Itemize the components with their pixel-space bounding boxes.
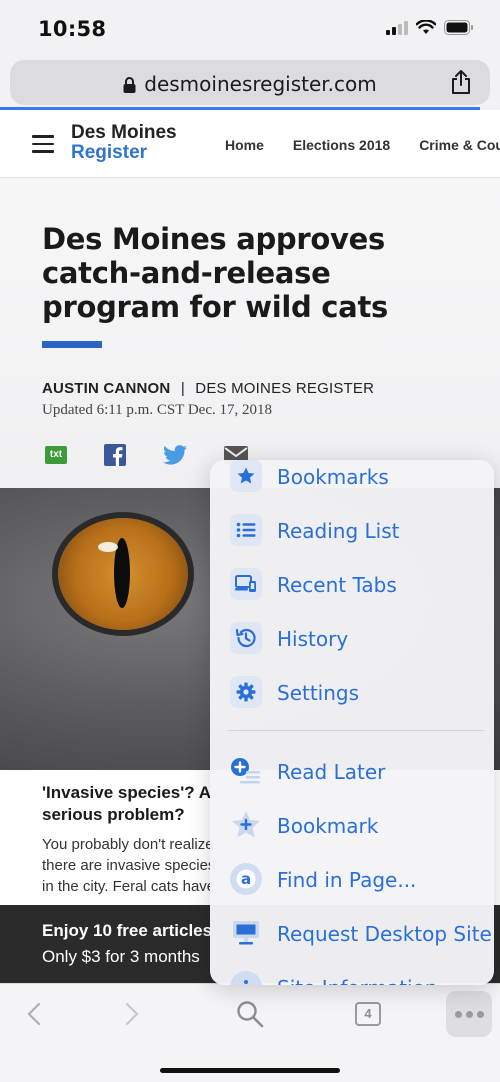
cellular-signal-icon (386, 20, 408, 35)
menu-label-settings: Settings (277, 681, 360, 705)
menu-item-add-bookmark[interactable]: Bookmark (210, 802, 494, 848)
more-dot-icon (454, 1010, 462, 1018)
browser-toolbar: 4 (0, 983, 500, 1082)
more-dot-icon (476, 1010, 484, 1018)
menu-label-reading-list: Reading List (277, 519, 400, 543)
status-bar: 10:58 (0, 0, 500, 58)
author-name[interactable]: AUSTIN CANNON (42, 380, 170, 397)
byline-separator: | (180, 380, 185, 397)
svg-text:a: a (241, 870, 251, 888)
add-bookmark-icon (230, 809, 262, 841)
byline: AUSTIN CANNON | DES MOINES REGISTER (42, 380, 374, 397)
menu-label-bookmarks: Bookmarks (277, 465, 389, 489)
desktop-icon (230, 917, 262, 949)
browser-overflow-menu: Bookmarks Reading List Recent Tabs Histo… (210, 460, 494, 985)
menu-label-read-later: Read Later (277, 760, 386, 784)
article-headline: Des Moines approves catch-and-release pr… (42, 222, 388, 324)
site-nav: Home Elections 2018 Crime & Courts (225, 137, 500, 153)
menu-label-recent-tabs: Recent Tabs (277, 573, 397, 597)
promo-line-1: Enjoy 10 free articles (42, 921, 213, 940)
lock-icon (123, 77, 136, 93)
menu-item-reading-list[interactable]: Reading List (210, 507, 494, 553)
article-header: Des Moines approves catch-and-release pr… (0, 178, 500, 488)
nav-elections-2018[interactable]: Elections 2018 (293, 137, 390, 153)
headline-rule (42, 341, 102, 348)
menu-label-request-desktop-site: Request Desktop Site (277, 922, 492, 946)
tab-switcher-button[interactable]: 4 (346, 994, 390, 1034)
twitter-icon[interactable] (163, 445, 187, 465)
promo-line-2: Only $3 for 3 months (42, 947, 200, 966)
logo-line-1: Des Moines (71, 122, 177, 143)
list-icon (230, 514, 262, 546)
menu-item-settings[interactable]: Settings (210, 669, 494, 715)
gear-icon (230, 676, 262, 708)
menu-separator (228, 730, 484, 731)
home-indicator[interactable] (160, 1068, 340, 1073)
star-icon (230, 460, 262, 492)
info-icon (230, 971, 262, 985)
site-header: Des Moines Register Home Elections 2018 … (0, 110, 500, 178)
address-bar[interactable]: desmoinesregister.com (10, 60, 490, 105)
menu-item-recent-tabs[interactable]: Recent Tabs (210, 561, 494, 607)
wifi-icon (416, 20, 436, 34)
facebook-icon[interactable] (104, 444, 126, 466)
tab-count: 4 (355, 1002, 381, 1026)
menu-label-history: History (277, 627, 349, 651)
share-icon[interactable] (450, 69, 472, 95)
forward-button[interactable] (110, 994, 154, 1034)
menu-label-find-in-page: Find in Page... (277, 868, 417, 892)
url-display[interactable]: desmoinesregister.com (10, 72, 490, 96)
menu-item-history[interactable]: History (210, 615, 494, 661)
find-icon: a (230, 863, 262, 895)
status-time: 10:58 (38, 17, 107, 41)
more-menu-button[interactable] (446, 991, 492, 1037)
cat-eye-illustration (58, 518, 188, 630)
site-logo[interactable]: Des Moines Register (71, 123, 177, 163)
battery-icon (444, 20, 473, 35)
read-later-icon (230, 755, 262, 787)
updated-timestamp: Updated 6:11 p.m. CST Dec. 17, 2018 (42, 402, 272, 418)
menu-item-read-later[interactable]: Read Later (210, 748, 494, 794)
menu-item-request-desktop-site[interactable]: Request Desktop Site (210, 910, 494, 956)
outlet-name: DES MOINES REGISTER (195, 380, 375, 397)
url-text: desmoinesregister.com (144, 72, 377, 96)
nav-crime-courts[interactable]: Crime & Courts (419, 137, 500, 153)
teaser-text: You probably don't realize there are inv… (42, 836, 216, 895)
status-icons (386, 20, 474, 35)
logo-line-2: Register (71, 142, 148, 163)
menu-item-find-in-page[interactable]: a Find in Page... (210, 856, 494, 902)
menu-label-bookmark: Bookmark (277, 814, 379, 838)
more-dot-icon (465, 1010, 473, 1018)
chevron-right-icon (125, 1002, 139, 1026)
hamburger-menu-icon[interactable] (32, 135, 54, 158)
menu-item-bookmarks[interactable]: Bookmarks (210, 460, 494, 499)
menu-label-site-information: Site Information (277, 976, 438, 985)
devices-icon (230, 568, 262, 600)
back-button[interactable] (12, 994, 56, 1034)
search-button[interactable] (228, 994, 272, 1034)
chevron-left-icon (27, 1002, 41, 1026)
nav-home[interactable]: Home (225, 137, 264, 153)
menu-item-site-information[interactable]: Site Information (210, 964, 494, 985)
sms-share-icon[interactable]: txt (45, 446, 67, 464)
history-icon (230, 622, 262, 654)
search-icon (237, 1001, 264, 1028)
